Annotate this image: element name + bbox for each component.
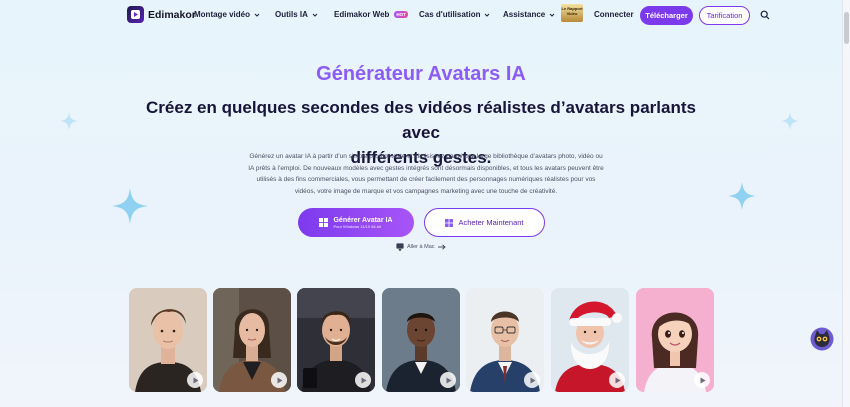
nav-assistance[interactable]: Assistance — [503, 10, 556, 19]
play-button[interactable] — [355, 372, 371, 388]
page-scrollbar[interactable] — [842, 0, 850, 407]
play-button[interactable] — [524, 372, 540, 388]
nav-outils-ia[interactable]: Outils IA — [275, 10, 319, 19]
edimakor-logo-icon — [127, 6, 144, 23]
pricing-button[interactable]: Tarification — [699, 6, 750, 25]
play-button[interactable] — [694, 372, 710, 388]
windows-icon — [319, 218, 329, 227]
button-label: Acheter Maintenant — [458, 218, 524, 227]
search-icon[interactable] — [760, 10, 770, 20]
connect-link[interactable]: Connecter — [594, 10, 634, 19]
play-button[interactable] — [609, 372, 625, 388]
connect-label: Connecter — [594, 10, 634, 19]
promo-banner[interactable]: Le Rapport Vidéo — [561, 4, 583, 22]
avatar-card-man-glasses[interactable] — [466, 288, 544, 392]
mac-link-label: Aller à Mac — [407, 244, 435, 250]
chevron-down-icon — [312, 13, 318, 17]
avatar-card-man-studio[interactable] — [297, 288, 375, 392]
description-line: IA prêts à l’emploi. De nouveaux modèles… — [248, 164, 604, 172]
download-button[interactable]: Télécharger — [640, 6, 693, 25]
avatar-card-young-man[interactable] — [129, 288, 207, 392]
play-icon — [193, 377, 198, 383]
avatar-card-man-suit[interactable] — [382, 288, 460, 392]
button-sublabel: Pour Windows 11/10 64-bit — [333, 223, 382, 229]
description-line: utilisés à des fins commerciales, vous p… — [256, 176, 596, 183]
nav-label: Assistance — [503, 10, 546, 19]
play-icon — [446, 377, 451, 383]
hot-badge: HOT — [394, 11, 408, 18]
nav-edimakor-web[interactable]: Edimakor Web HOT — [334, 10, 408, 19]
nav-label: Edimakor Web — [334, 10, 390, 19]
nav-label: Cas d'utilisation — [419, 10, 481, 19]
description-line: vidéos, votre image de marque et vos cam… — [294, 187, 558, 195]
play-icon — [361, 377, 366, 383]
avatar-card-woman-blazer[interactable] — [213, 288, 291, 392]
go-to-mac-link[interactable]: Aller à Mac — [396, 243, 446, 251]
play-button[interactable] — [440, 372, 456, 388]
nav-label: Montage vidéo — [194, 10, 251, 19]
chevron-down-icon — [549, 13, 555, 17]
avatar-card-cartoon-girl[interactable] — [636, 288, 714, 392]
arrow-right-icon — [437, 244, 446, 250]
play-icon — [700, 377, 705, 383]
sparkle-icon — [728, 182, 756, 210]
top-navigation: Edimakor Montage vidéo Outils IA Edimako… — [0, 0, 850, 30]
mac-icon — [396, 243, 404, 251]
play-button[interactable] — [187, 372, 203, 388]
button-label: Générer Avatar IA — [333, 216, 393, 224]
sparkle-icon — [60, 112, 78, 130]
sparkle-icon — [781, 112, 799, 130]
play-button[interactable] — [271, 372, 287, 388]
play-icon — [615, 377, 620, 383]
hero-description: Générez un avatar IA à partir d’un simpl… — [210, 151, 642, 197]
avatar-card-santa[interactable] — [551, 288, 629, 392]
chevron-down-icon — [485, 13, 490, 17]
nav-montage-video[interactable]: Montage vidéo — [194, 10, 261, 19]
buy-now-button[interactable]: Acheter Maintenant — [424, 208, 545, 237]
generate-avatar-button[interactable]: Générer Avatar IA Pour Windows 11/10 64-… — [298, 208, 414, 237]
description-line: Générez un avatar IA à partir d’un simpl… — [249, 153, 603, 160]
brand-name: Edimakor — [148, 8, 196, 21]
play-icon — [530, 377, 535, 383]
subtitle-line: Créez en quelques secondes des vidéos ré… — [146, 98, 696, 142]
nav-cas-utilisation[interactable]: Cas d'utilisation — [419, 10, 491, 19]
nav-label: Outils IA — [275, 10, 308, 19]
windows-icon — [445, 218, 454, 227]
sparkle-icon — [112, 188, 148, 224]
chevron-down-icon — [254, 13, 260, 17]
play-icon — [277, 377, 282, 383]
brand-logo[interactable]: Edimakor — [127, 6, 196, 23]
page-title: Générateur Avatars IA — [316, 63, 526, 85]
scrollbar-thumb[interactable] — [844, 12, 849, 44]
chat-assistant-icon[interactable] — [810, 327, 834, 351]
